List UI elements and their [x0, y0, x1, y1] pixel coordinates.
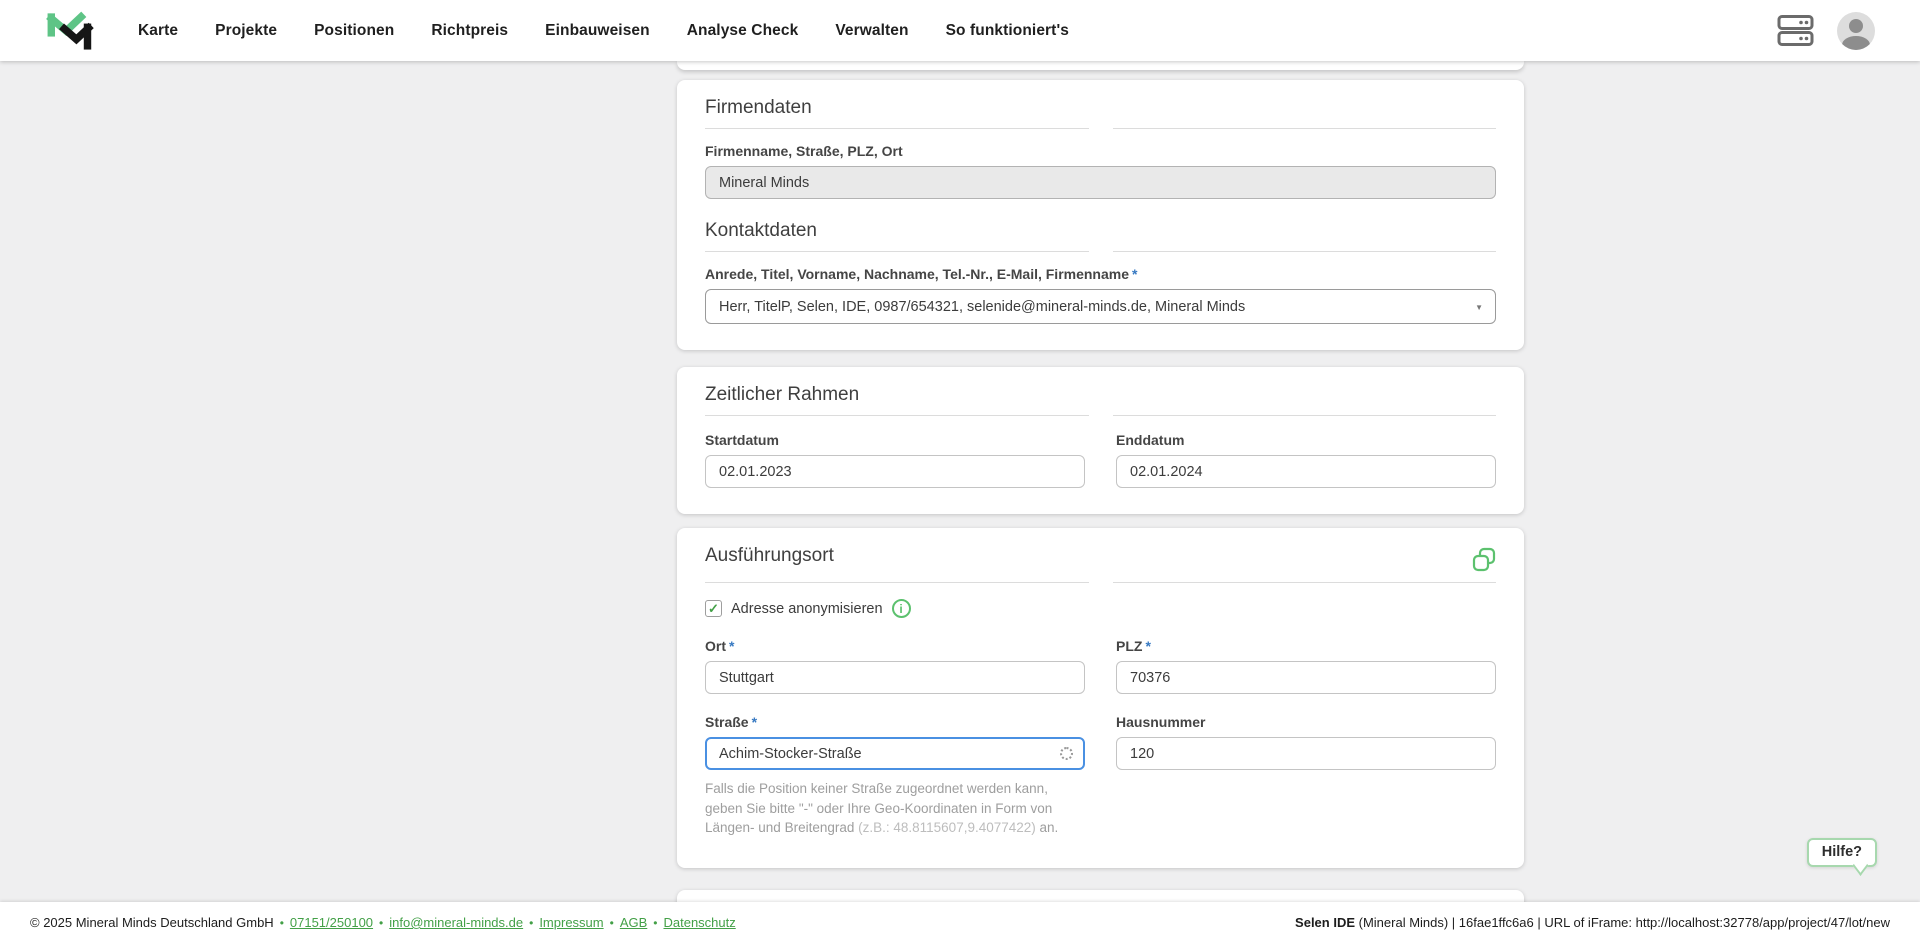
card-partial-top [677, 61, 1524, 70]
footer: © 2025 Mineral Minds Deutschland GmbH • … [0, 902, 1920, 943]
enddatum-input[interactable] [1116, 455, 1496, 488]
plz-input[interactable] [1116, 661, 1496, 694]
required-asterisk: * [729, 638, 735, 654]
footer-link-email[interactable]: info@mineral-minds.de [389, 915, 523, 930]
strasse-label: Straße * [705, 714, 758, 730]
footer-debug-info: Selen IDE (Mineral Minds) | 16fae1ffc6a6… [1295, 915, 1890, 930]
startdatum-input[interactable] [705, 455, 1085, 488]
nav-item-richtpreis[interactable]: Richtpreis [431, 22, 508, 40]
ort-label: Ort * [705, 638, 735, 654]
footer-link-phone[interactable]: 07151/250100 [290, 915, 373, 930]
nav-item-analyse-check[interactable]: Analyse Check [687, 22, 799, 40]
ausfuehrungsort-card: Ausführungsort ✓ Adresse anonymisieren i… [677, 528, 1524, 868]
anonymisieren-label: Adresse anonymisieren [731, 600, 883, 617]
info-icon[interactable]: i [891, 599, 911, 618]
ausfuehrungsort-title: Ausführungsort [705, 545, 834, 566]
form-content-column: Firmendaten Firmenname, Straße, PLZ, Ort… [677, 61, 1524, 943]
server-icon[interactable] [1777, 15, 1814, 46]
plz-label: PLZ * [1116, 638, 1151, 654]
zeitlicher-rahmen-title: Zeitlicher Rahmen [705, 384, 860, 405]
avatar-person-icon [1849, 18, 1863, 33]
nav-item-positionen[interactable]: Positionen [314, 22, 394, 40]
mineral-minds-logo[interactable] [42, 7, 94, 55]
footer-link-impressum[interactable]: Impressum [539, 915, 603, 930]
divider [705, 582, 1496, 583]
firmenname-input[interactable] [705, 166, 1496, 199]
copy-icon[interactable] [1472, 547, 1496, 573]
footer-copyright: © 2025 Mineral Minds Deutschland GmbH [30, 915, 274, 930]
help-button[interactable]: Hilfe? [1806, 838, 1877, 867]
footer-link-datenschutz[interactable]: Datenschutz [663, 915, 735, 930]
checkbox-check-icon: ✓ [708, 601, 719, 616]
kontakt-select[interactable]: Herr, TitelP, Selen, IDE, 0987/654321, s… [705, 289, 1496, 324]
loading-spinner-icon [1060, 747, 1073, 760]
user-avatar[interactable] [1837, 11, 1875, 50]
enddatum-label: Enddatum [1116, 432, 1185, 448]
nav-item-einbauweisen[interactable]: Einbauweisen [545, 22, 650, 40]
strasse-help-text: Falls die Position keiner Straße zugeord… [705, 781, 1059, 836]
main-navigation: Karte Projekte Positionen Richtpreis Ein… [138, 22, 1069, 40]
footer-link-agb[interactable]: AGB [620, 915, 647, 930]
hausnummer-label: Hausnummer [1116, 714, 1206, 730]
kontaktdaten-title: Kontaktdaten [705, 220, 817, 241]
select-caret-icon: ▼ [1475, 303, 1483, 312]
nav-item-verwalten[interactable]: Verwalten [835, 22, 908, 40]
divider [705, 128, 1496, 129]
strasse-input[interactable] [705, 737, 1085, 770]
logo-icon [46, 11, 94, 50]
zeitlicher-rahmen-card: Zeitlicher Rahmen Startdatum Enddatum [677, 367, 1524, 514]
required-asterisk: * [751, 714, 758, 730]
firmendaten-card: Firmendaten Firmenname, Straße, PLZ, Ort… [677, 80, 1524, 350]
kontakt-label: Anrede, Titel, Vorname, Nachname, Tel.-N… [705, 266, 1138, 282]
firmenname-label: Firmenname, Straße, PLZ, Ort [705, 143, 903, 159]
top-navbar: Karte Projekte Positionen Richtpreis Ein… [0, 0, 1920, 61]
ort-input[interactable] [705, 661, 1085, 694]
nav-item-so-funktionierts[interactable]: So funktioniert's [946, 22, 1069, 40]
hausnummer-input[interactable] [1116, 737, 1496, 770]
anonymisieren-checkbox[interactable]: ✓ [705, 600, 722, 617]
startdatum-label: Startdatum [705, 432, 779, 448]
required-asterisk: * [1145, 638, 1151, 654]
nav-item-karte[interactable]: Karte [138, 22, 178, 40]
firmendaten-title: Firmendaten [705, 97, 812, 118]
divider [705, 415, 1496, 416]
divider [705, 251, 1496, 252]
nav-item-projekte[interactable]: Projekte [215, 22, 277, 40]
required-asterisk: * [1132, 266, 1138, 282]
